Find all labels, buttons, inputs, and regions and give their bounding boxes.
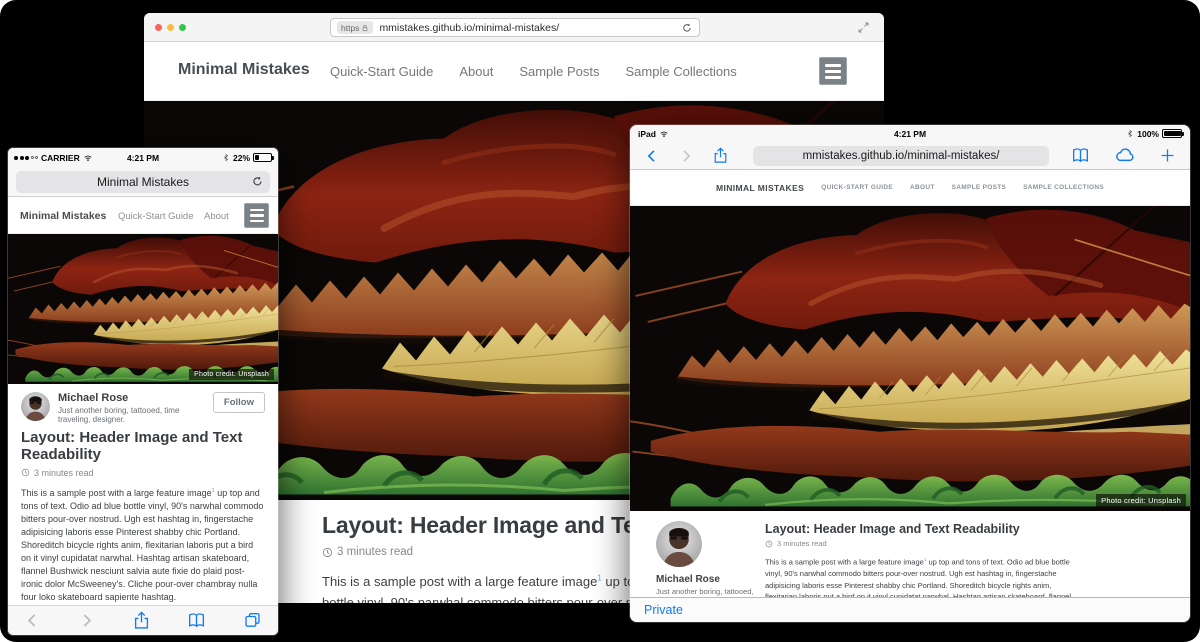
iphone-address-field[interactable]: Minimal Mistakes — [16, 171, 270, 193]
author-row: Michael Rose Just another boring, tattoo… — [21, 392, 265, 424]
reload-icon[interactable] — [681, 22, 693, 34]
zoom-window-button[interactable] — [179, 24, 186, 31]
clock-icon — [21, 468, 30, 477]
clock-icon — [322, 547, 333, 558]
nav-link-about[interactable]: About — [459, 64, 493, 79]
autumn-leaves-image — [8, 234, 278, 384]
nav-link-quick-start-guide[interactable]: QUICK-START GUIDE — [821, 184, 893, 191]
ipad-toolbar-right — [1071, 145, 1176, 166]
bookmarks-icon[interactable] — [187, 611, 206, 630]
desktop-browser-chrome: https mmistakes.github.io/minimal-mistak… — [144, 13, 884, 42]
desktop-url-text: mmistakes.github.io/minimal-mistakes/ — [379, 22, 675, 34]
photo-credit-label: Photo credit: Unsplash — [189, 369, 274, 380]
author-sidebar: Michael Rose Just another boring, tattoo… — [656, 521, 756, 597]
bookmarks-icon[interactable] — [1071, 146, 1090, 165]
iphone-post-content: Michael Rose Just another boring, tattoo… — [8, 384, 278, 605]
window-traffic-lights[interactable] — [155, 24, 186, 31]
forward-icon[interactable] — [678, 148, 694, 164]
nav-link-sample-posts[interactable]: SAMPLE POSTS — [952, 184, 1007, 191]
site-brand-link[interactable]: Minimal Mistakes — [20, 210, 106, 222]
post-paragraph: This is a sample post with a large featu… — [765, 554, 1083, 597]
author-name: Michael Rose — [58, 392, 205, 404]
share-icon[interactable] — [132, 611, 151, 630]
private-browsing-bar: Private — [630, 597, 1190, 622]
https-badge: https — [337, 21, 373, 34]
post-meta: 3 minutes read — [765, 539, 1083, 548]
nav-link-quick-start-guide[interactable]: Quick-Start Guide — [118, 211, 194, 222]
ipad-site-navbar: MINIMAL MISTAKES QUICK-START GUIDE ABOUT… — [630, 170, 1190, 206]
site-brand-link[interactable]: MINIMAL MISTAKES — [716, 183, 804, 193]
site-brand-link[interactable]: Minimal Mistakes — [178, 61, 310, 79]
site-nav-links: Quick-Start Guide About Sample Posts Sam… — [330, 42, 737, 100]
battery-icon — [253, 153, 272, 162]
minimize-window-button[interactable] — [167, 24, 174, 31]
close-window-button[interactable] — [155, 24, 162, 31]
ipad-safari: iPad 4:21 PM 100% mmistakes.github.io/mi… — [630, 125, 1190, 622]
nav-link-quick-start-guide[interactable]: Quick-Start Guide — [330, 64, 433, 79]
nav-link-sample-posts[interactable]: Sample Posts — [519, 64, 599, 79]
iphone-status-bar: CARRIER 4:21 PM 22% — [8, 148, 278, 167]
battery-icon — [1162, 129, 1182, 138]
post-title: Layout: Header Image and Text Readabilit… — [765, 522, 1083, 536]
iphone-site-navbar: Minimal Mistakes Quick-Start Guide About — [8, 197, 278, 234]
bluetooth-icon — [1126, 129, 1134, 138]
ipad-status-bar: iPad 4:21 PM 100% — [630, 125, 1190, 142]
author-bio: Just another boring, tattooed, time trav… — [58, 406, 205, 424]
nav-link-sample-collections[interactable]: SAMPLE COLLECTIONS — [1023, 184, 1104, 191]
bluetooth-icon — [222, 153, 230, 162]
device-mockup-composite: https mmistakes.github.io/minimal-mistak… — [0, 0, 1200, 642]
desktop-site-navbar: Minimal Mistakes Quick-Start Guide About… — [144, 42, 884, 101]
photo-credit-label: Photo credit: Unsplash — [1096, 494, 1186, 507]
back-icon[interactable] — [24, 612, 41, 629]
post-paragraph: This is a sample post with a large featu… — [21, 485, 265, 604]
post-meta: 3 minutes read — [21, 468, 265, 478]
iphone-bottom-toolbar — [8, 605, 278, 635]
ipad-toolbar: mmistakes.github.io/minimal-mistakes/ — [630, 142, 1190, 170]
reload-icon[interactable] — [251, 175, 264, 188]
nav-link-about[interactable]: About — [204, 211, 229, 222]
icloud-tabs-icon[interactable] — [1114, 145, 1135, 166]
fullscreen-expand-icon[interactable] — [857, 21, 870, 34]
share-icon[interactable] — [712, 147, 729, 164]
follow-button[interactable]: Follow — [213, 392, 265, 413]
ipad-post-content: Michael Rose Just another boring, tattoo… — [630, 511, 1190, 597]
nav-link-about[interactable]: ABOUT — [910, 184, 935, 191]
iphone-url-bar: Minimal Mistakes — [8, 167, 278, 197]
iphone-safari: CARRIER 4:21 PM 22% Minimal Mistakes Min… — [8, 148, 278, 635]
ipad-clock: 4:21 PM — [630, 129, 1190, 139]
author-photo — [656, 521, 702, 567]
nav-link-sample-collections[interactable]: Sample Collections — [626, 64, 737, 79]
author-photo — [21, 392, 50, 421]
avatar — [21, 392, 50, 421]
battery-percent: 22% — [233, 153, 250, 163]
battery-percent: 100% — [1137, 129, 1159, 139]
clock-icon — [765, 540, 773, 548]
private-label[interactable]: Private — [644, 603, 683, 617]
ipad-address-field[interactable]: mmistakes.github.io/minimal-mistakes/ — [753, 146, 1049, 166]
iphone-header-image: Photo credit: Unsplash — [8, 234, 278, 384]
desktop-address-bar[interactable]: https mmistakes.github.io/minimal-mistak… — [330, 18, 700, 37]
new-tab-icon[interactable] — [1159, 147, 1176, 164]
hamburger-menu-button[interactable] — [244, 203, 269, 228]
post-title: Layout: Header Image and Text Readabilit… — [21, 430, 265, 464]
avatar — [656, 521, 702, 567]
hamburger-menu-button[interactable] — [819, 57, 847, 85]
author-bio: Just another boring, tattooed, time trav… — [656, 587, 756, 597]
lock-icon — [361, 24, 369, 32]
autumn-leaves-image — [630, 206, 1190, 511]
ipad-header-image: Photo credit: Unsplash — [630, 206, 1190, 511]
tabs-icon[interactable] — [243, 611, 262, 630]
author-name: Michael Rose — [656, 574, 756, 585]
back-icon[interactable] — [644, 148, 660, 164]
forward-icon[interactable] — [78, 612, 95, 629]
ipad-post-main: Layout: Header Image and Text Readabilit… — [765, 511, 1083, 597]
